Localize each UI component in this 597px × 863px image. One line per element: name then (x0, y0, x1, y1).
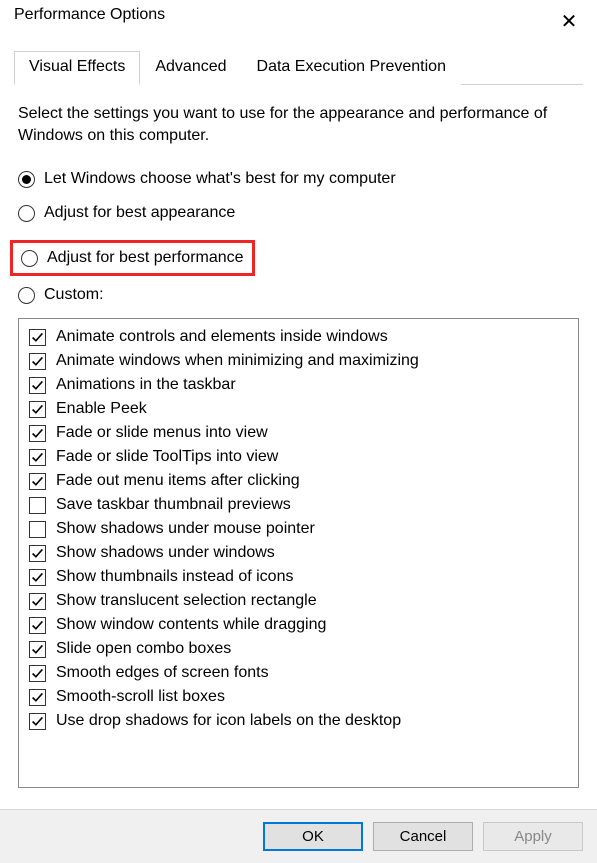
checkbox-row[interactable]: Slide open combo boxes (27, 637, 570, 661)
effects-checklist: Animate controls and elements inside win… (18, 318, 579, 788)
checkbox-icon[interactable] (29, 329, 46, 346)
tab-advanced[interactable]: Advanced (140, 51, 241, 85)
checkbox-icon[interactable] (29, 521, 46, 538)
checkbox-row[interactable]: Show translucent selection rectangle (27, 589, 570, 613)
checkbox-label: Animations in the taskbar (56, 376, 236, 394)
checkbox-label: Fade out menu items after clicking (56, 472, 300, 490)
checkbox-icon[interactable] (29, 593, 46, 610)
checkbox-label: Enable Peek (56, 400, 147, 418)
checkbox-row[interactable]: Smooth-scroll list boxes (27, 685, 570, 709)
radio-label: Custom: (44, 286, 104, 304)
radio-label: Let Windows choose what's best for my co… (44, 170, 396, 188)
dialog-buttons: OK Cancel Apply (0, 809, 597, 863)
checkbox-icon[interactable] (29, 449, 46, 466)
radio-option[interactable]: Adjust for best appearance (18, 202, 579, 224)
radio-option[interactable]: Let Windows choose what's best for my co… (18, 168, 579, 190)
checkbox-label: Save taskbar thumbnail previews (56, 496, 291, 514)
ok-button[interactable]: OK (263, 822, 363, 851)
checkbox-icon[interactable] (29, 425, 46, 442)
checkbox-row[interactable]: Show shadows under windows (27, 541, 570, 565)
radio-icon[interactable] (18, 205, 35, 222)
tab-visual-effects-panel: Select the settings you want to use for … (0, 85, 597, 796)
checkbox-icon[interactable] (29, 401, 46, 418)
checkbox-icon[interactable] (29, 545, 46, 562)
tab-data-execution-prevention[interactable]: Data Execution Prevention (242, 51, 461, 85)
checkbox-row[interactable]: Animate windows when minimizing and maxi… (27, 349, 570, 373)
radio-icon[interactable] (21, 250, 38, 267)
window-title: Performance Options (14, 6, 165, 24)
radio-option[interactable]: Custom: (18, 284, 579, 306)
checkbox-label: Fade or slide ToolTips into view (56, 448, 278, 466)
close-button[interactable]: ✕ (549, 6, 589, 36)
checkbox-icon[interactable] (29, 617, 46, 634)
checkbox-label: Show shadows under mouse pointer (56, 520, 315, 538)
checkbox-label: Animate windows when minimizing and maxi… (56, 352, 419, 370)
checkbox-icon[interactable] (29, 641, 46, 658)
checkbox-label: Show translucent selection rectangle (56, 592, 317, 610)
checkbox-icon[interactable] (29, 353, 46, 370)
tabstrip: Visual EffectsAdvancedData Execution Pre… (14, 50, 583, 85)
checkbox-row[interactable]: Animations in the taskbar (27, 373, 570, 397)
checkbox-row[interactable]: Enable Peek (27, 397, 570, 421)
checkbox-label: Smooth edges of screen fonts (56, 664, 269, 682)
checkbox-row[interactable]: Show thumbnails instead of icons (27, 565, 570, 589)
checkbox-icon[interactable] (29, 689, 46, 706)
checkbox-icon[interactable] (29, 473, 46, 490)
checkbox-row[interactable]: Fade out menu items after clicking (27, 469, 570, 493)
checkbox-label: Animate controls and elements inside win… (56, 328, 388, 346)
checkbox-label: Show window contents while dragging (56, 616, 326, 634)
radio-icon[interactable] (18, 171, 35, 188)
checkbox-label: Fade or slide menus into view (56, 424, 268, 442)
cancel-button[interactable]: Cancel (373, 822, 473, 851)
radio-label: Adjust for best performance (47, 249, 244, 267)
checkbox-icon[interactable] (29, 497, 46, 514)
checkbox-row[interactable]: Fade or slide ToolTips into view (27, 445, 570, 469)
apply-button: Apply (483, 822, 583, 851)
checkbox-label: Show thumbnails instead of icons (56, 568, 293, 586)
checkbox-row[interactable]: Use drop shadows for icon labels on the … (27, 709, 570, 733)
checkbox-row[interactable]: Smooth edges of screen fonts (27, 661, 570, 685)
radio-icon[interactable] (18, 287, 35, 304)
checkbox-row[interactable]: Save taskbar thumbnail previews (27, 493, 570, 517)
titlebar: Performance Options ✕ (0, 0, 597, 36)
checkbox-label: Smooth-scroll list boxes (56, 688, 225, 706)
performance-options-dialog: Performance Options ✕ Visual EffectsAdva… (0, 0, 597, 863)
highlight-box: Adjust for best performance (10, 240, 255, 276)
checkbox-icon[interactable] (29, 713, 46, 730)
description-text: Select the settings you want to use for … (18, 103, 579, 146)
checkbox-row[interactable]: Show shadows under mouse pointer (27, 517, 570, 541)
checkbox-row[interactable]: Show window contents while dragging (27, 613, 570, 637)
checkbox-row[interactable]: Fade or slide menus into view (27, 421, 570, 445)
checkbox-label: Slide open combo boxes (56, 640, 231, 658)
radio-label: Adjust for best appearance (44, 204, 235, 222)
checkbox-icon[interactable] (29, 569, 46, 586)
checkbox-row[interactable]: Animate controls and elements inside win… (27, 325, 570, 349)
checkbox-icon[interactable] (29, 665, 46, 682)
checkbox-label: Use drop shadows for icon labels on the … (56, 712, 401, 730)
checkbox-icon[interactable] (29, 377, 46, 394)
tab-visual-effects[interactable]: Visual Effects (14, 51, 140, 85)
checkbox-label: Show shadows under windows (56, 544, 275, 562)
